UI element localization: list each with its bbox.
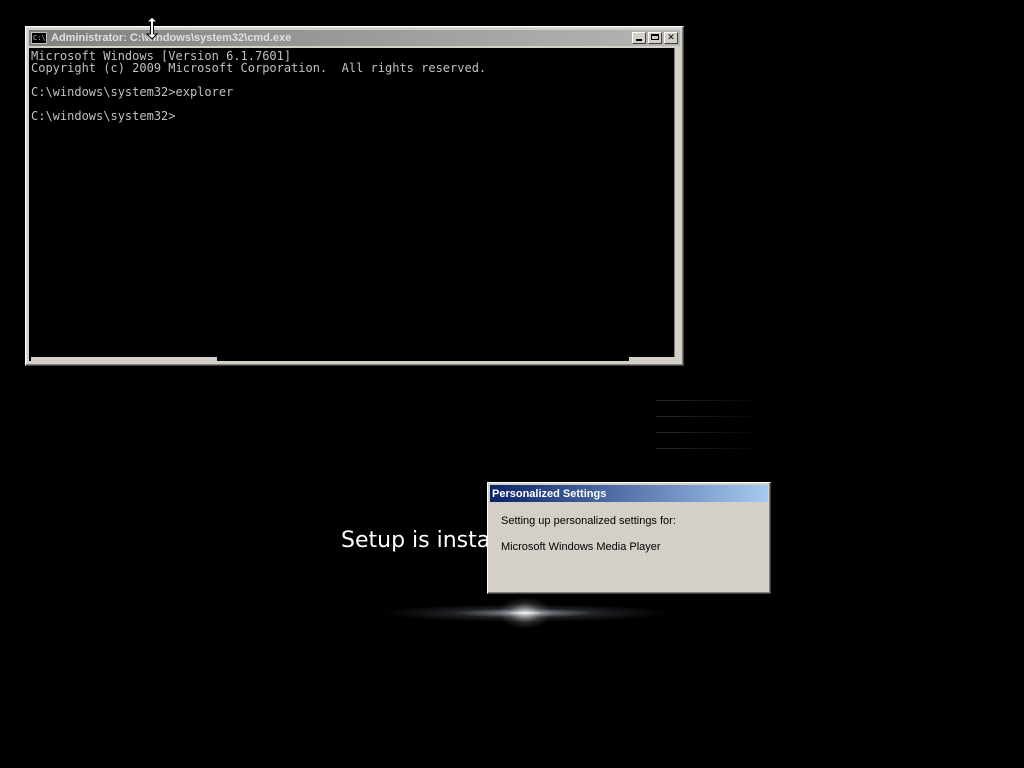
setup-light-core [500,598,550,628]
dialog-message: Setting up personalized settings for: [501,515,676,527]
dialog-component-name: Microsoft Windows Media Player [501,541,661,553]
cmd-horizontal-scroll-end [629,357,675,361]
cmd-vertical-scrollbar[interactable] [674,48,680,361]
close-button[interactable]: ✕ [664,32,678,44]
dialog-titlebar[interactable]: Personalized Settings [490,485,768,502]
cmd-horizontal-scroll-thumb[interactable] [31,357,217,361]
cmd-window[interactable]: C:\ Administrator: C:\windows\system32\c… [25,26,684,366]
cmd-horizontal-scrollbar[interactable] [29,357,675,361]
minimize-button[interactable] [632,32,646,44]
cmd-titlebar[interactable]: C:\ Administrator: C:\windows\system32\c… [29,30,680,46]
setup-status-text: Setup is instal [341,528,497,553]
cmd-console-output: Microsoft Windows [Version 6.1.7601] Cop… [31,49,487,123]
dialog-title: Personalized Settings [492,487,607,500]
faint-background-artifacts [656,400,766,475]
cmd-console-icon[interactable]: C:\ [31,32,47,44]
setup-screen: Setup is instal C:\ Administrator: C:\wi… [0,0,1024,768]
cmd-window-title: Administrator: C:\windows\system32\cmd.e… [51,32,292,44]
personalized-settings-dialog: Personalized Settings Setting up persona… [487,482,771,594]
resize-cursor-icon [145,16,159,40]
maximize-button[interactable] [648,32,662,44]
cmd-console-area[interactable]: Microsoft Windows [Version 6.1.7601] Cop… [29,48,675,361]
